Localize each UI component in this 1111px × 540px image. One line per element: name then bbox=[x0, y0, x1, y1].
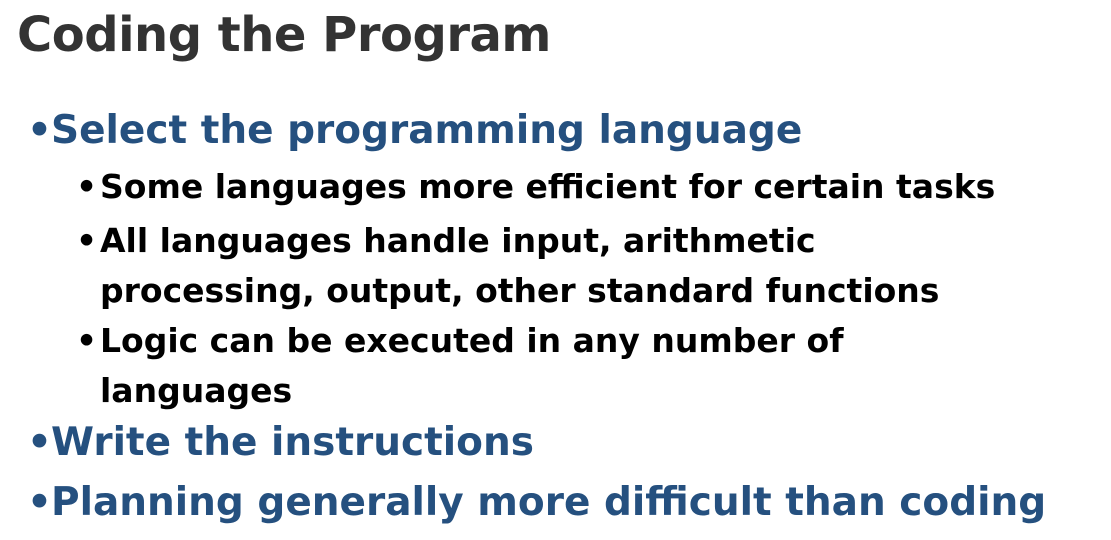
bullet-item: •Planning generally more difficult than … bbox=[27, 478, 1046, 528]
bullet-item: •Write the instructions bbox=[27, 418, 534, 468]
bullet-dot: • bbox=[27, 420, 52, 465]
sub-bullet-item: •Some languages more efficient for certa… bbox=[76, 162, 995, 212]
bullet-text-line-1: All languages handle input, arithmetic bbox=[100, 221, 816, 260]
bullet-text: Write the instructions bbox=[51, 420, 534, 465]
bullet-dot: • bbox=[76, 167, 98, 206]
bullet-text: Select the programming language bbox=[51, 108, 803, 153]
bullet-text: Planning generally more difficult than c… bbox=[51, 480, 1047, 525]
sub-bullet-item: •All languages handle input, arithmetic … bbox=[76, 216, 939, 316]
bullet-text-line-1: Logic can be executed in any number of bbox=[100, 321, 844, 360]
bullet-dot: • bbox=[27, 480, 52, 525]
slide-title: Coding the Program bbox=[17, 7, 551, 63]
bullet-dot: • bbox=[27, 108, 52, 153]
bullet-dot: • bbox=[76, 321, 98, 360]
bullet-item: •Select the programming language bbox=[27, 106, 802, 156]
bullet-text-line-2: processing, output, other standard funct… bbox=[100, 271, 940, 310]
bullet-dot: • bbox=[76, 221, 98, 260]
slide: Coding the Program •Select the programmi… bbox=[0, 0, 1111, 540]
bullet-text-line-2: languages bbox=[100, 371, 293, 410]
sub-bullet-item: •Logic can be executed in any number of … bbox=[76, 316, 844, 416]
bullet-text: Some languages more efficient for certai… bbox=[100, 167, 996, 206]
